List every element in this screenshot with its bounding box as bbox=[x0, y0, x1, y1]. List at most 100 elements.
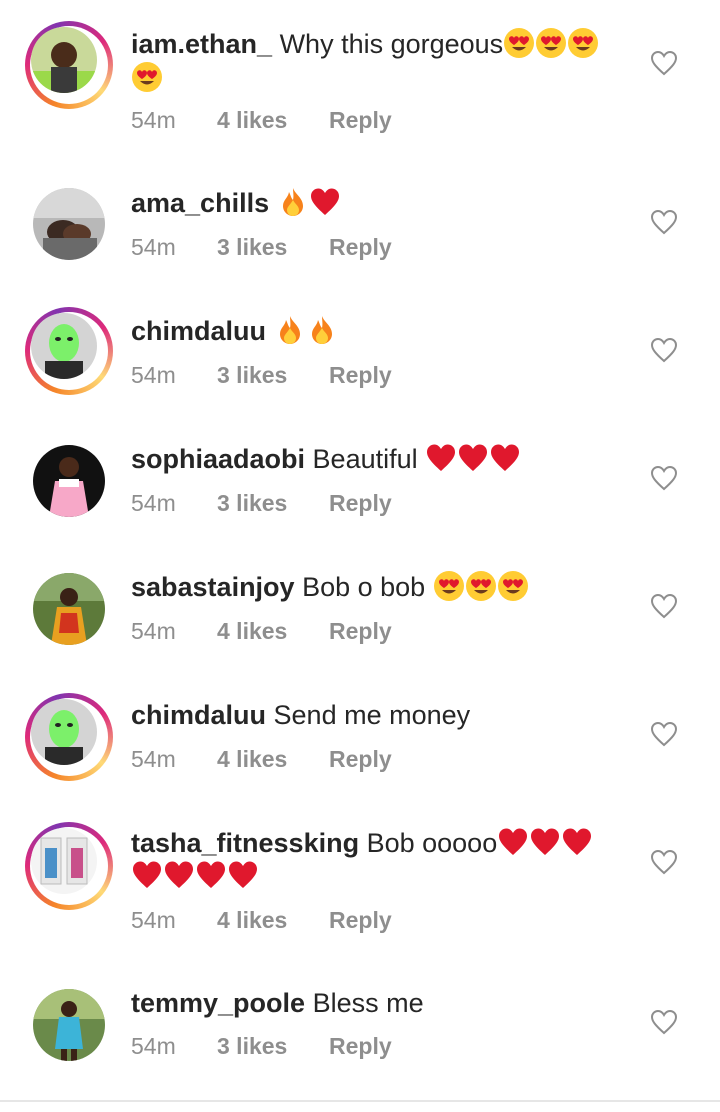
red-heart-emoji-icon bbox=[195, 859, 227, 891]
divider bbox=[0, 1100, 720, 1102]
comment-time: 54m bbox=[131, 362, 176, 388]
avatar-image bbox=[33, 445, 105, 517]
comment-text: Send me money bbox=[273, 700, 471, 730]
comment-line: chimdaluu Send me money bbox=[131, 698, 631, 732]
avatar-image bbox=[31, 27, 97, 93]
fire-emoji-icon bbox=[274, 314, 306, 346]
avatar[interactable] bbox=[25, 437, 113, 525]
heart-eyes-emoji-icon bbox=[535, 27, 567, 59]
comment-meta: 54m 4 likes Reply bbox=[131, 905, 392, 935]
reply-button[interactable]: Reply bbox=[329, 105, 392, 135]
fire-emoji-icon bbox=[306, 314, 338, 346]
heart-eyes-emoji-icon bbox=[497, 570, 529, 602]
comment-username[interactable]: temmy_poole bbox=[131, 988, 305, 1018]
avatar[interactable] bbox=[25, 307, 113, 395]
comment-username[interactable]: sabastainjoy bbox=[131, 572, 295, 602]
comment-time: 54m bbox=[131, 1033, 176, 1059]
comment-time: 54m bbox=[131, 746, 176, 772]
reply-button[interactable]: Reply bbox=[329, 488, 392, 518]
like-heart-icon[interactable] bbox=[650, 337, 678, 363]
red-heart-emoji-icon bbox=[309, 186, 341, 218]
like-heart-icon[interactable] bbox=[650, 465, 678, 491]
red-heart-emoji-icon bbox=[163, 859, 195, 891]
comment-meta: 54m 3 likes Reply bbox=[131, 1031, 392, 1061]
comment-likes[interactable]: 4 likes bbox=[217, 905, 329, 935]
red-heart-emoji-icon bbox=[529, 826, 561, 858]
comment-username[interactable]: chimdaluu bbox=[131, 700, 266, 730]
comment-text: Bob ooooo bbox=[366, 828, 498, 858]
avatar-image bbox=[33, 573, 105, 645]
comment-username[interactable]: chimdaluu bbox=[131, 316, 266, 346]
comment-text: Why this gorgeous bbox=[279, 29, 504, 59]
reply-button[interactable]: Reply bbox=[329, 232, 392, 262]
fire-emoji-icon bbox=[277, 186, 309, 218]
like-heart-icon[interactable] bbox=[650, 593, 678, 619]
comment-time: 54m bbox=[131, 107, 176, 133]
comment-line: iam.ethan_ Why this gorgeous bbox=[131, 27, 631, 61]
comment-line: ama_chills bbox=[131, 186, 631, 220]
red-heart-emoji-icon bbox=[131, 859, 163, 891]
comment-meta: 54m 4 likes Reply bbox=[131, 105, 392, 135]
comment-line: sabastainjoy Bob o bob bbox=[131, 570, 631, 604]
like-heart-icon[interactable] bbox=[650, 209, 678, 235]
avatar[interactable] bbox=[25, 822, 113, 910]
red-heart-emoji-icon bbox=[457, 442, 489, 474]
comment-username[interactable]: ama_chills bbox=[131, 188, 269, 218]
comment-likes[interactable]: 4 likes bbox=[217, 744, 329, 774]
like-heart-icon[interactable] bbox=[650, 721, 678, 747]
like-heart-icon[interactable] bbox=[650, 1009, 678, 1035]
comment-likes[interactable]: 3 likes bbox=[217, 488, 329, 518]
heart-eyes-emoji-icon bbox=[503, 27, 535, 59]
comment-likes[interactable]: 4 likes bbox=[217, 105, 329, 135]
avatar-image bbox=[31, 313, 97, 379]
avatar[interactable] bbox=[25, 693, 113, 781]
reply-button[interactable]: Reply bbox=[329, 616, 392, 646]
like-heart-icon[interactable] bbox=[650, 50, 678, 76]
avatar[interactable] bbox=[25, 981, 113, 1069]
reply-button[interactable]: Reply bbox=[329, 360, 392, 390]
comment-meta: 54m 3 likes Reply bbox=[131, 232, 392, 262]
comment-meta: 54m 3 likes Reply bbox=[131, 360, 392, 390]
heart-eyes-emoji-icon bbox=[131, 61, 163, 93]
comment-meta: 54m 3 likes Reply bbox=[131, 488, 392, 518]
avatar-image bbox=[33, 188, 105, 260]
comment-time: 54m bbox=[131, 618, 176, 644]
comment-likes[interactable]: 3 likes bbox=[217, 1031, 329, 1061]
avatar-image bbox=[31, 828, 97, 894]
comment-meta: 54m 4 likes Reply bbox=[131, 744, 392, 774]
comment-username[interactable]: tasha_fitnessking bbox=[131, 828, 359, 858]
reply-button[interactable]: Reply bbox=[329, 1031, 392, 1061]
avatar[interactable] bbox=[25, 565, 113, 653]
avatar[interactable] bbox=[25, 21, 113, 109]
red-heart-emoji-icon bbox=[561, 826, 593, 858]
reply-button[interactable]: Reply bbox=[329, 744, 392, 774]
avatar-image bbox=[31, 699, 97, 765]
comment-line-wrap bbox=[131, 859, 631, 893]
comment-line: sophiaadaobi Beautiful bbox=[131, 442, 631, 476]
red-heart-emoji-icon bbox=[425, 442, 457, 474]
like-heart-icon[interactable] bbox=[650, 849, 678, 875]
heart-eyes-emoji-icon bbox=[465, 570, 497, 602]
red-heart-emoji-icon bbox=[227, 859, 259, 891]
comment-text: Bob o bob bbox=[302, 572, 426, 602]
comment-line: temmy_poole Bless me bbox=[131, 986, 631, 1020]
comment-time: 54m bbox=[131, 907, 176, 933]
comment-likes[interactable]: 4 likes bbox=[217, 616, 329, 646]
comment-text: Bless me bbox=[312, 988, 424, 1018]
reply-button[interactable]: Reply bbox=[329, 905, 392, 935]
comment-likes[interactable]: 3 likes bbox=[217, 232, 329, 262]
comment-text: Beautiful bbox=[312, 444, 418, 474]
heart-eyes-emoji-icon bbox=[567, 27, 599, 59]
avatar[interactable] bbox=[25, 180, 113, 268]
comment-time: 54m bbox=[131, 490, 176, 516]
comment-meta: 54m 4 likes Reply bbox=[131, 616, 392, 646]
heart-eyes-emoji-icon bbox=[433, 570, 465, 602]
red-heart-emoji-icon bbox=[489, 442, 521, 474]
comment-time: 54m bbox=[131, 234, 176, 260]
comment-likes[interactable]: 3 likes bbox=[217, 360, 329, 390]
comment-line: tasha_fitnessking Bob ooooo bbox=[131, 826, 631, 860]
comment-username[interactable]: iam.ethan_ bbox=[131, 29, 272, 59]
comment-username[interactable]: sophiaadaobi bbox=[131, 444, 305, 474]
avatar-image bbox=[33, 989, 105, 1061]
comment-line-wrap bbox=[131, 61, 631, 95]
